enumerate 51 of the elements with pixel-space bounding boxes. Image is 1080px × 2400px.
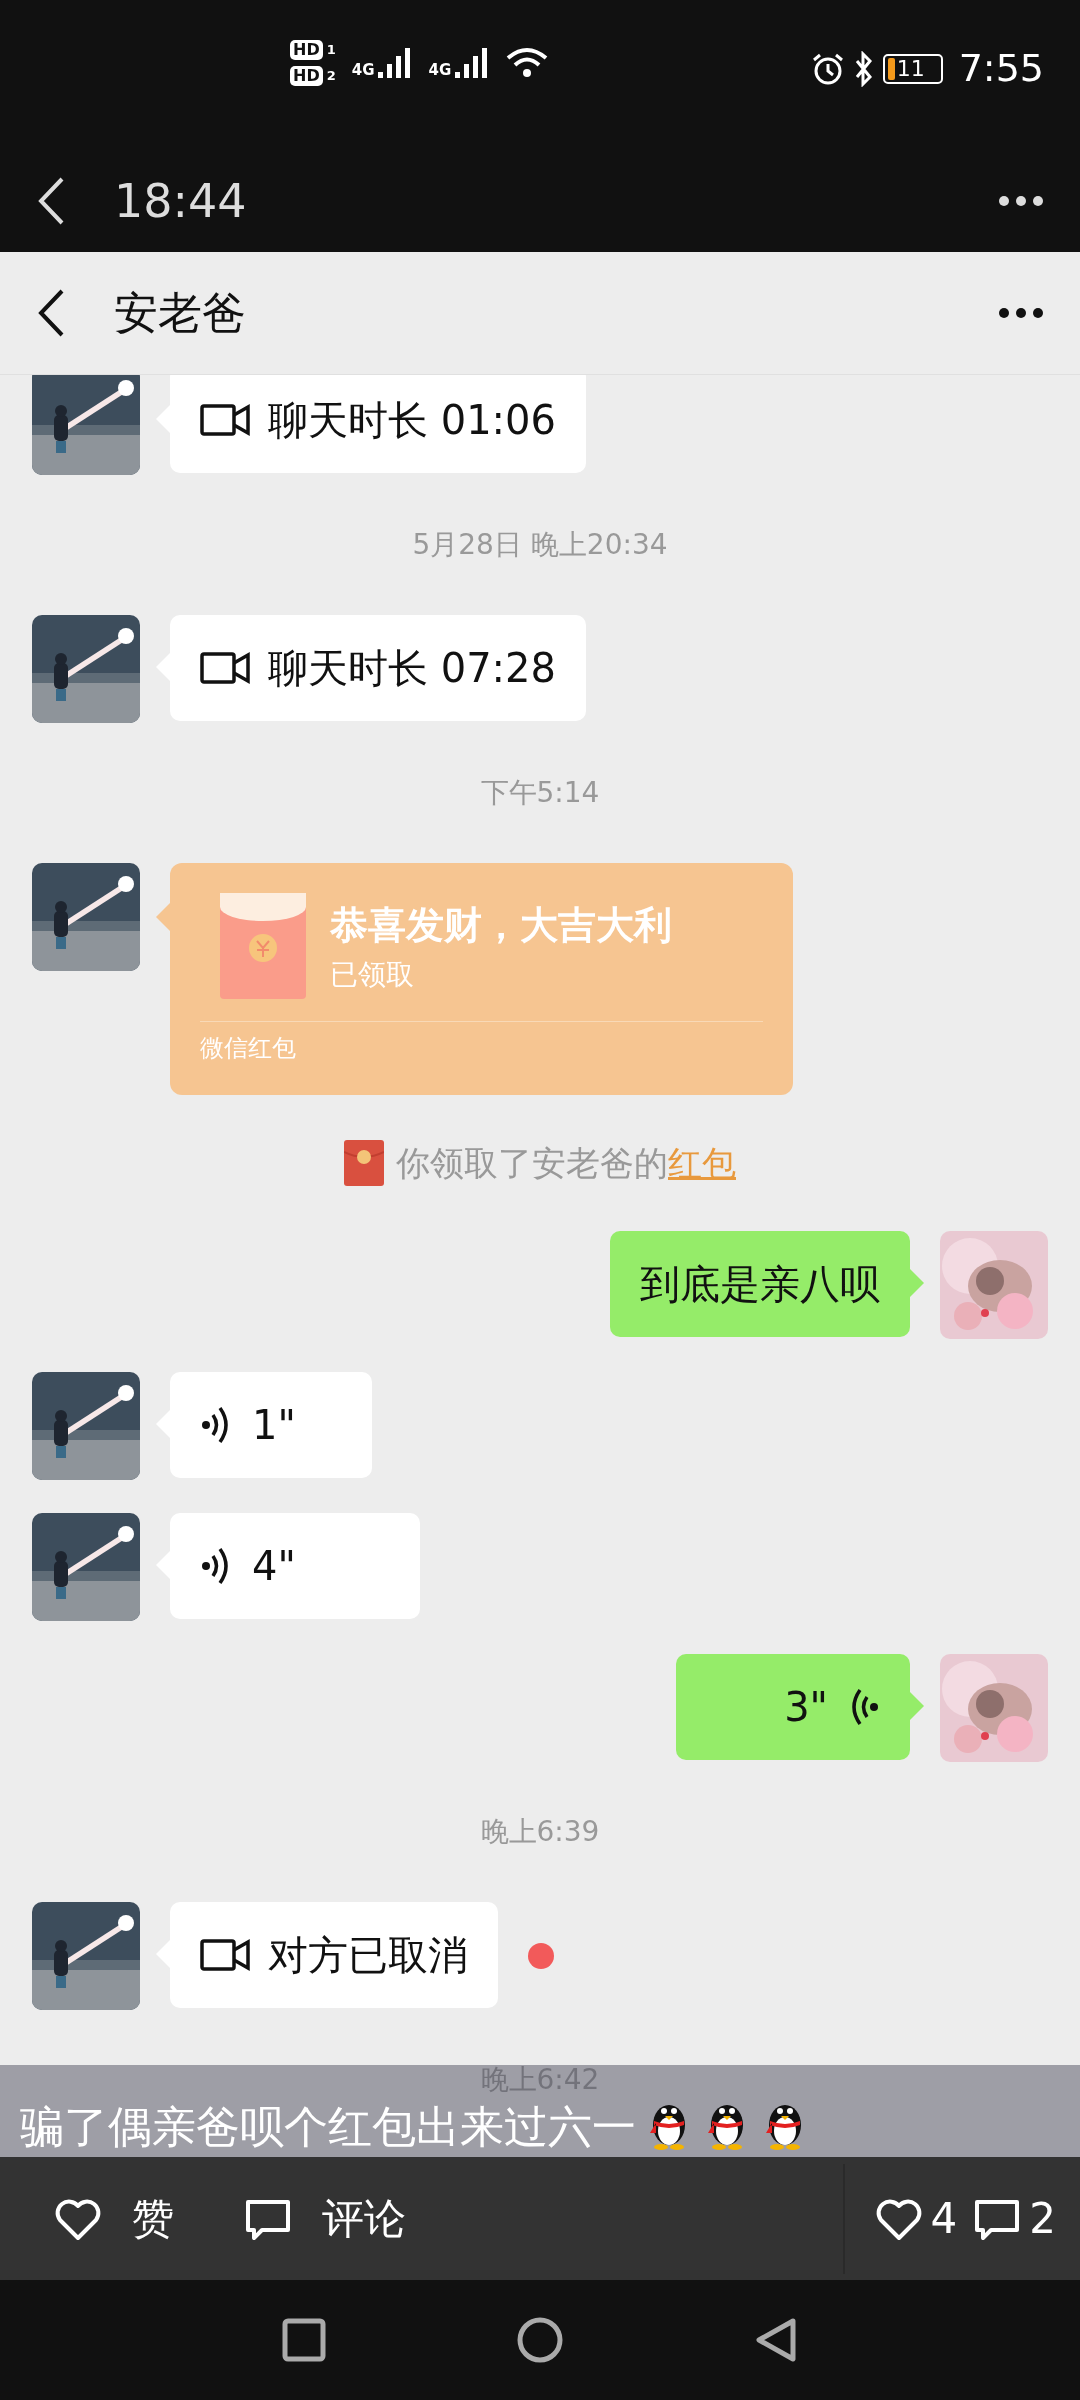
signal-icon	[378, 48, 413, 78]
chat-title: 安老爸	[114, 286, 246, 340]
voice-duration: 3"	[784, 1683, 828, 1732]
message-bubble: 到底是亲八呗	[610, 1231, 910, 1337]
voice-bubble[interactable]: 1"	[170, 1372, 372, 1478]
signal-icon	[455, 48, 490, 78]
battery-level: 11	[896, 57, 925, 80]
envelope-status: 已领取	[330, 956, 415, 993]
recents-button[interactable]	[281, 2317, 327, 2363]
alarm-icon	[810, 51, 845, 86]
more-icon[interactable]	[998, 195, 1044, 207]
timestamp: 晚上6:39	[480, 1814, 600, 1850]
clock-time: 7:55	[958, 45, 1044, 92]
sim-slot: 1	[326, 40, 336, 60]
comment-button[interactable]: 评论	[244, 2187, 406, 2250]
call-text: 聊天时长 07:28	[268, 644, 556, 693]
envelope-icon	[344, 1140, 384, 1186]
bubble-tail	[910, 1269, 924, 1297]
bubble-tail	[910, 1692, 924, 1720]
timestamp: 下午5:14	[480, 775, 600, 811]
call-bubble[interactable]: 聊天时长 01:06	[170, 375, 586, 473]
network-type: 4G	[351, 62, 375, 78]
hd-badge: HD	[290, 66, 323, 86]
home-button[interactable]	[517, 2317, 563, 2363]
call-text: 对方已取消	[268, 1931, 468, 1980]
voice-duration: 4"	[252, 1542, 296, 1591]
envelope-greeting: 恭喜发财，大吉大利	[330, 901, 672, 949]
call-bubble[interactable]: 对方已取消	[170, 1902, 498, 2008]
post-time: 18:44	[114, 172, 247, 230]
post-caption: 骗了偶亲爸呗个红包出来过六一	[20, 2102, 636, 2151]
comment-count[interactable]: 2	[973, 2187, 1056, 2250]
wifi-icon	[505, 46, 550, 80]
voice-bubble[interactable]: 4"	[170, 1513, 420, 1619]
call-bubble[interactable]: 聊天时长 07:28	[170, 615, 586, 721]
envelope-icon	[220, 893, 306, 999]
back-icon[interactable]	[36, 176, 66, 226]
sim-slot: 2	[326, 66, 336, 86]
voice-bubble[interactable]: 3"	[676, 1654, 910, 1760]
system-message: 你领取了安老爸的红包	[396, 1141, 736, 1185]
voice-duration: 1"	[252, 1401, 296, 1450]
timestamp: 5月28日 晚上20:34	[412, 527, 668, 563]
more-icon[interactable]	[998, 307, 1044, 319]
back-icon[interactable]	[36, 288, 66, 338]
battery-fill	[887, 57, 895, 80]
envelope-label: 微信红包	[200, 1021, 763, 1066]
network-type: 4G	[428, 62, 452, 78]
back-button[interactable]	[753, 2317, 799, 2363]
like-button[interactable]: 赞	[54, 2187, 174, 2250]
like-count[interactable]: 4	[874, 2187, 958, 2250]
call-text: 聊天时长 01:06	[268, 396, 556, 445]
hd-badge: HD	[290, 40, 323, 60]
